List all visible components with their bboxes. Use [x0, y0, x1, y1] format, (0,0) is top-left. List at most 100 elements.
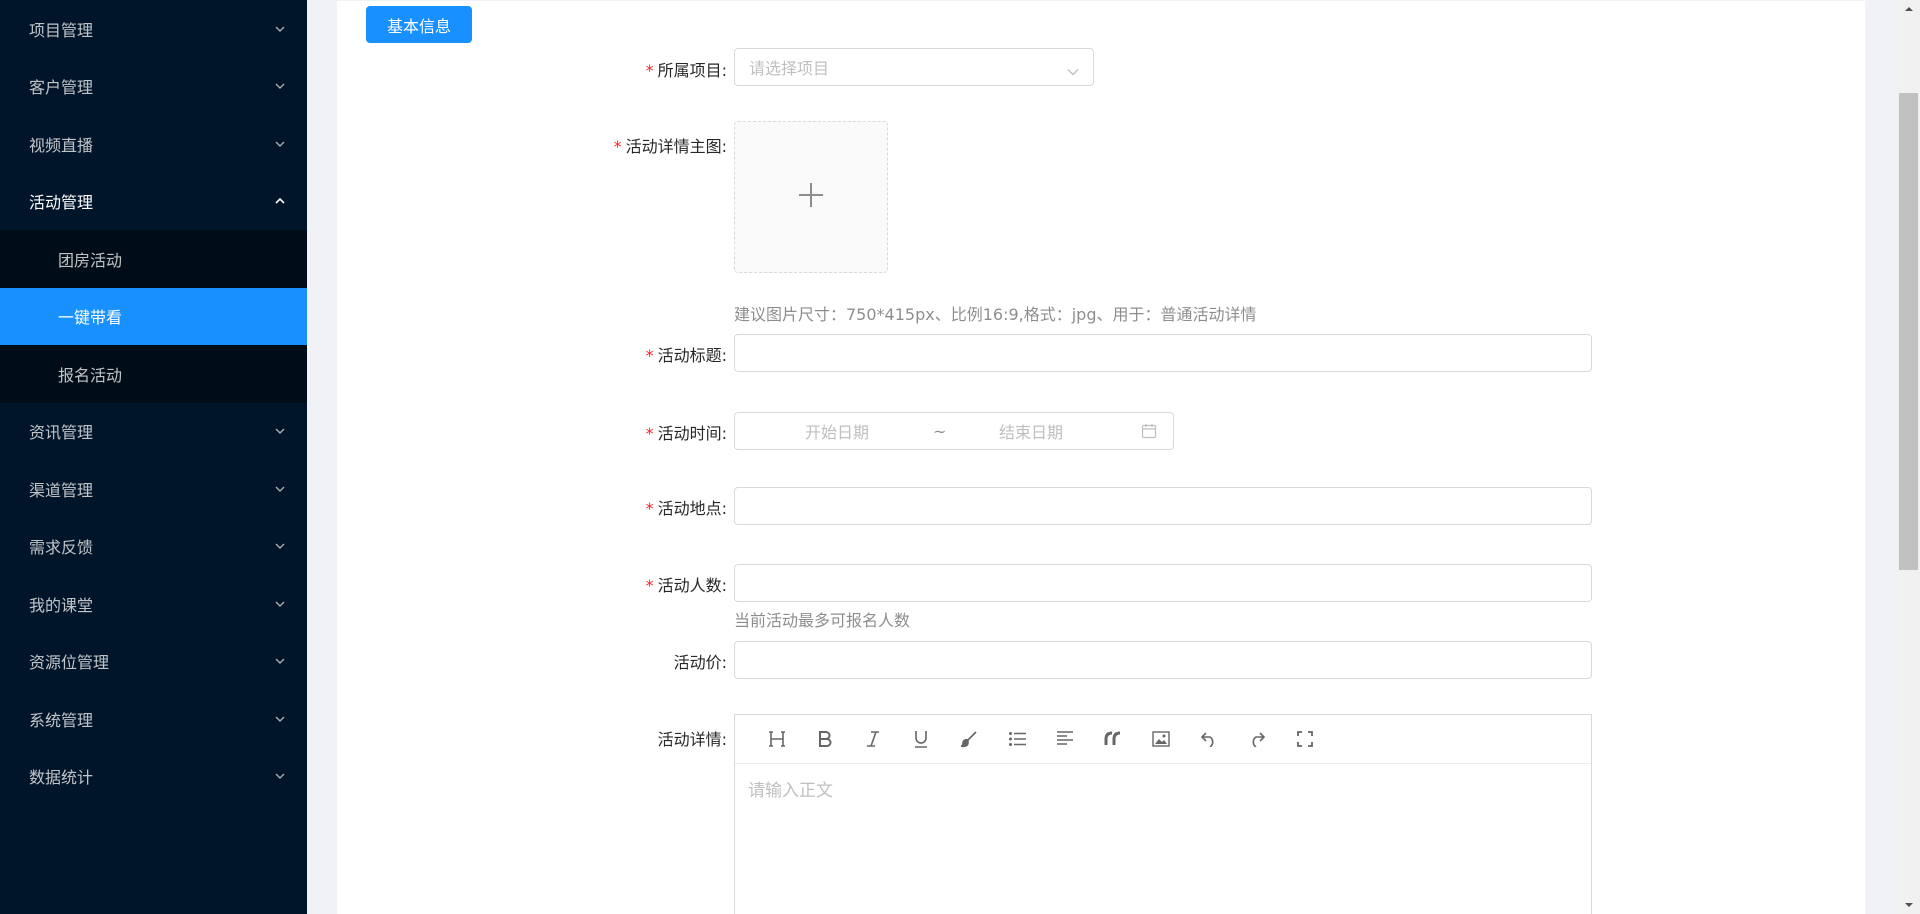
end-date-input[interactable]: 结束日期 [999, 419, 1063, 443]
date-range-picker[interactable]: 开始日期 ~ 结束日期 [734, 412, 1174, 450]
project-label: * 所属项目: [467, 57, 727, 81]
location-label-text: 活动地点: [657, 499, 727, 518]
quote-icon[interactable] [1089, 715, 1137, 764]
editor-toolbar [735, 715, 1591, 764]
chevron-down-icon [273, 22, 287, 36]
chevron-down-icon [273, 597, 287, 611]
count-label-text: 活动人数: [657, 576, 727, 595]
calendar-icon [1141, 423, 1157, 443]
title-label: * 活动标题: [467, 342, 727, 366]
price-label-text: 活动价: [673, 653, 727, 672]
project-label-text: 所属项目: [657, 61, 727, 80]
sidebar-item-classroom[interactable]: 我的课堂 [0, 575, 307, 633]
date-separator: ~ [933, 421, 947, 441]
chevron-down-icon [273, 79, 287, 93]
count-hint: 当前活动最多可报名人数 [734, 611, 911, 630]
scroll-up-arrow-icon[interactable] [1897, 0, 1920, 18]
sidebar-item-resource[interactable]: 资源位管理 [0, 633, 307, 691]
required-mark: * [645, 61, 654, 80]
brush-icon[interactable] [945, 715, 993, 764]
sidebar-item-label: 资源位管理 [29, 653, 110, 673]
sidebar-item-channel[interactable]: 渠道管理 [0, 460, 307, 518]
required-mark: * [645, 499, 654, 518]
chevron-down-icon [273, 539, 287, 553]
sidebar-item-label: 视频直播 [29, 135, 94, 155]
count-label: * 活动人数: [467, 572, 727, 596]
sidebar-item-system[interactable]: 系统管理 [0, 690, 307, 748]
project-select-placeholder: 请选择项目 [749, 59, 830, 78]
sidebar-item-label: 渠道管理 [29, 480, 94, 500]
heading-icon[interactable] [753, 715, 801, 764]
plus-icon [797, 181, 825, 213]
bold-icon[interactable] [801, 715, 849, 764]
sidebar-item-label: 项目管理 [29, 20, 94, 40]
chevron-up-icon [273, 194, 287, 208]
required-mark: * [645, 424, 654, 443]
sidebar-item-feedback[interactable]: 需求反馈 [0, 518, 307, 576]
undo-icon[interactable] [1185, 715, 1233, 764]
activity-submenu: 团房活动 一键带看 报名活动 [0, 230, 307, 403]
list-icon[interactable] [993, 715, 1041, 764]
redo-icon[interactable] [1233, 715, 1281, 764]
align-icon[interactable] [1041, 715, 1089, 764]
price-label: 活动价: [467, 649, 727, 673]
scroll-down-arrow-icon[interactable] [1897, 896, 1920, 914]
italic-icon[interactable] [849, 715, 897, 764]
chevron-down-icon [273, 424, 287, 438]
chevron-down-icon [273, 769, 287, 783]
rich-text-editor: 请输入正文 [734, 714, 1592, 914]
required-mark: * [613, 137, 622, 156]
sidebar-subitem-one-click-viewing[interactable]: 一键带看 [0, 287, 307, 345]
sidebar-item-statistics[interactable]: 数据统计 [0, 748, 307, 806]
price-input[interactable] [734, 641, 1592, 679]
sidebar-item-project[interactable]: 项目管理 [0, 0, 307, 58]
basic-info-tab[interactable]: 基本信息 [366, 6, 472, 43]
required-mark: * [645, 346, 654, 365]
sidebar-item-label: 数据统计 [29, 768, 94, 788]
location-label: * 活动地点: [467, 495, 727, 519]
chevron-down-icon [273, 137, 287, 151]
page-scrollbar[interactable] [1897, 0, 1920, 914]
time-label: * 活动时间: [467, 420, 727, 444]
chevron-down-icon [273, 654, 287, 668]
location-input[interactable] [734, 487, 1592, 525]
title-input[interactable] [734, 334, 1592, 372]
sidebar: 项目管理 客户管理 视频直播 活动管理 团房活动 一键带看 报名活动 资讯管理 … [0, 0, 307, 914]
sidebar-subitem-group-house[interactable]: 团房活动 [0, 230, 307, 288]
app-layout: 项目管理 客户管理 视频直播 活动管理 团房活动 一键带看 报名活动 资讯管理 … [0, 0, 1920, 914]
sidebar-item-label: 团房活动 [58, 250, 123, 270]
chevron-down-icon [273, 712, 287, 726]
sidebar-item-label: 一键带看 [58, 308, 123, 328]
title-label-text: 活动标题: [657, 346, 727, 365]
image-icon[interactable] [1137, 715, 1185, 764]
main-image-label: * 活动详情主图: [467, 133, 727, 157]
chevron-down-icon [1067, 61, 1079, 80]
sidebar-item-label: 需求反馈 [29, 538, 94, 558]
editor-content[interactable]: 请输入正文 [735, 764, 1591, 813]
chevron-down-icon [273, 482, 287, 496]
image-size-hint: 建议图片尺寸：750*415px、比例16:9,格式：jpg、用于：普通活动详情 [734, 305, 1257, 324]
sidebar-item-label: 系统管理 [29, 710, 94, 730]
main-image-label-text: 活动详情主图: [625, 137, 727, 156]
sidebar-item-live[interactable]: 视频直播 [0, 115, 307, 173]
underline-icon[interactable] [897, 715, 945, 764]
sidebar-item-label: 资讯管理 [29, 423, 94, 443]
start-date-input[interactable]: 开始日期 [805, 419, 869, 443]
sidebar-item-label: 报名活动 [58, 365, 123, 385]
scroll-thumb[interactable] [1899, 93, 1918, 570]
sidebar-subitem-signup[interactable]: 报名活动 [0, 345, 307, 403]
image-upload[interactable] [734, 121, 888, 273]
project-select[interactable]: 请选择项目 [734, 48, 1094, 86]
sidebar-item-activity[interactable]: 活动管理 [0, 173, 307, 231]
sidebar-item-customer[interactable]: 客户管理 [0, 58, 307, 116]
detail-label-text: 活动详情: [657, 730, 727, 749]
sidebar-item-label: 我的课堂 [29, 595, 94, 615]
required-mark: * [645, 576, 654, 595]
sidebar-item-label: 活动管理 [29, 193, 94, 213]
fullscreen-icon[interactable] [1281, 715, 1329, 764]
sidebar-item-label: 客户管理 [29, 78, 94, 98]
time-label-text: 活动时间: [657, 424, 727, 443]
form-card: 基本信息 * 所属项目: 请选择项目 * 活动详情主图: 建议图片尺寸：750*41… [337, 1, 1865, 914]
count-input[interactable] [734, 564, 1592, 602]
sidebar-item-news[interactable]: 资讯管理 [0, 403, 307, 461]
